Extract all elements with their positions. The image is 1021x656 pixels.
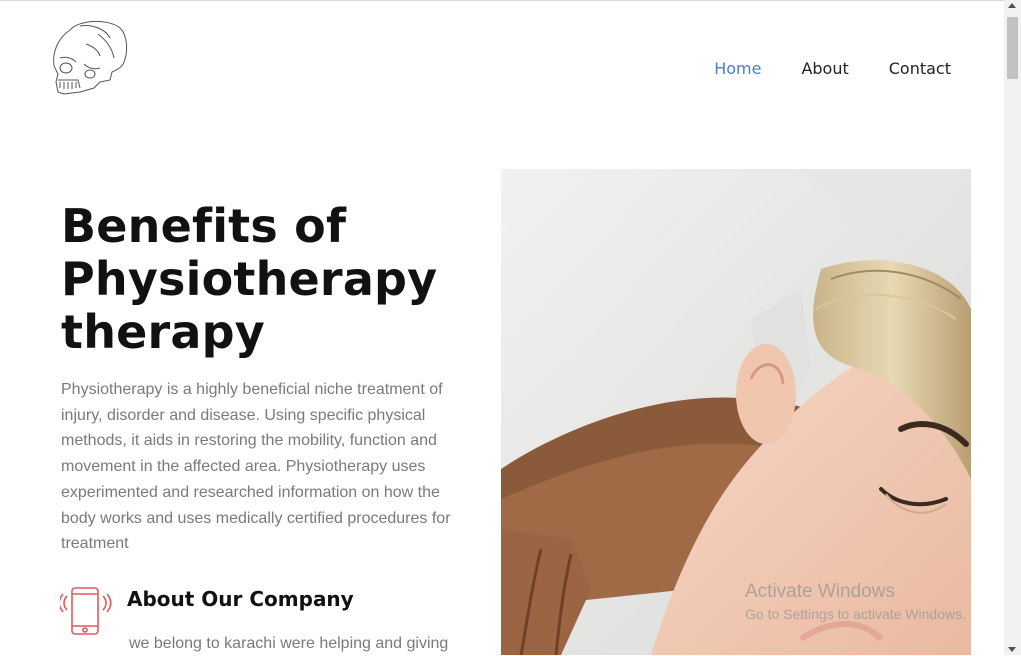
scroll-down-arrow-icon[interactable] [1008, 647, 1016, 652]
hero-description: Physiotherapy is a highly beneficial nic… [61, 381, 451, 553]
mobile-phone-icon [58, 586, 112, 638]
skull-icon [53, 21, 128, 95]
activate-windows-title: Activate Windows [745, 581, 895, 602]
vertical-scrollbar[interactable] [1004, 0, 1021, 655]
about-description: we belong to karachi were helping and gi… [129, 635, 449, 652]
physiotherapy-massage-photo [501, 169, 971, 655]
site-logo[interactable] [50, 18, 130, 96]
nav-home-link[interactable]: Home [714, 59, 761, 79]
activate-windows-subtitle: Go to Settings to activate Windows. [745, 606, 966, 622]
about-title: About Our Company [127, 587, 354, 611]
main-nav: Home About Contact [674, 59, 951, 79]
nav-contact-link[interactable]: Contact [889, 59, 951, 79]
hero-title-line-1: Benefits of [61, 199, 347, 253]
hero-title-line-2: Physiotherapy [61, 252, 438, 306]
top-border [0, 0, 1004, 1]
scrollbar-thumb[interactable] [1007, 17, 1018, 79]
hero-title-line-3: therapy [61, 305, 265, 359]
hero-title: Benefits of Physiotherapy therapy [61, 200, 481, 359]
nav-about-link[interactable]: About [801, 59, 848, 79]
scroll-up-arrow-icon[interactable] [1008, 3, 1016, 8]
